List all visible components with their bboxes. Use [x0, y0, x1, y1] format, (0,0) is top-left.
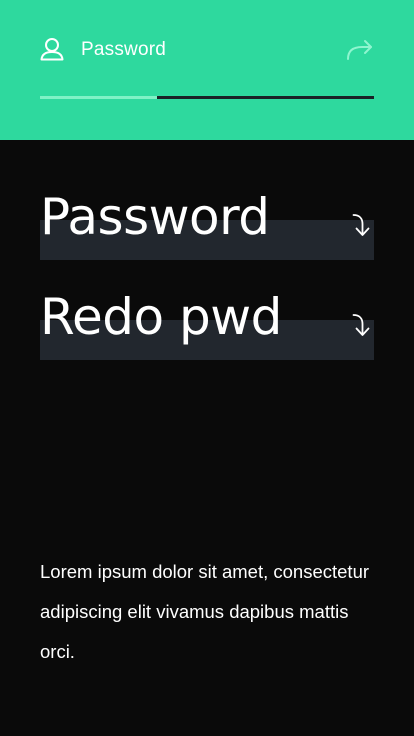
app-screen: Password Password Redo pwd Lorem ipsum d… — [0, 0, 414, 736]
progress-bar — [40, 96, 374, 99]
user-icon — [40, 37, 66, 63]
share-forward-icon[interactable] — [346, 39, 374, 61]
password-field-label: Password — [40, 188, 270, 246]
redo-password-field[interactable]: Redo pwd — [40, 290, 374, 360]
redo-password-field-label: Redo pwd — [40, 288, 282, 346]
arrow-down-return-icon[interactable] — [352, 312, 374, 338]
progress-bar-fill — [40, 96, 157, 99]
header: Password — [0, 0, 414, 140]
header-row: Password — [40, 36, 374, 64]
description-text: Lorem ipsum dolor sit amet, consectetur … — [40, 561, 370, 662]
password-field[interactable]: Password — [40, 190, 374, 260]
arrow-down-return-icon[interactable] — [352, 212, 374, 238]
page-title: Password — [81, 39, 167, 60]
